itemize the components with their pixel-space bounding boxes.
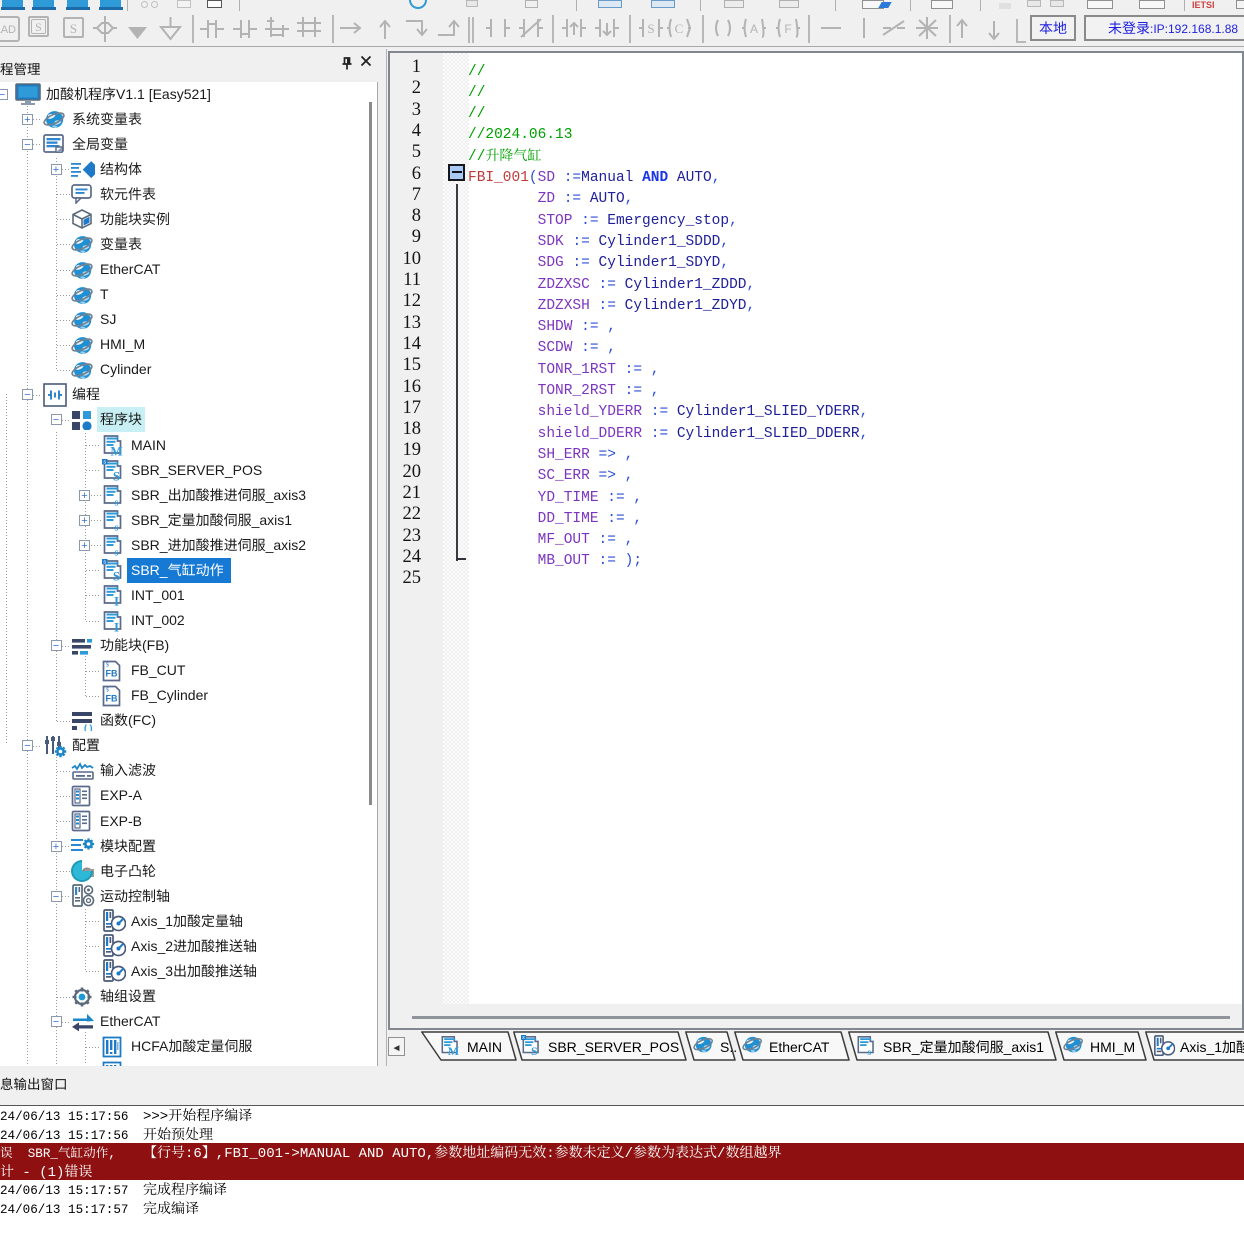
svg-text:S: S xyxy=(113,469,120,482)
svg-text:A: A xyxy=(750,22,758,36)
svg-text:C: C xyxy=(675,21,684,36)
svg-text:$: $ xyxy=(106,686,109,693)
svg-text:I: I xyxy=(114,594,119,607)
svg-text:I: I xyxy=(114,619,119,632)
svg-text:M: M xyxy=(110,444,122,457)
svg-text:s: s xyxy=(103,560,106,566)
svg-text:F: F xyxy=(784,22,791,36)
svg-text:FB: FB xyxy=(106,668,118,678)
svg-text:s: s xyxy=(103,460,106,466)
svg-text:M: M xyxy=(448,1044,459,1055)
svg-text:$: $ xyxy=(106,661,109,668)
svg-text:( ): ( ) xyxy=(84,723,93,731)
svg-text:s: s xyxy=(115,498,119,507)
svg-text:FB: FB xyxy=(106,693,118,703)
svg-text:s: s xyxy=(115,523,119,532)
svg-text:S: S xyxy=(647,21,654,36)
svg-text:S: S xyxy=(531,1044,538,1055)
svg-text:s: s xyxy=(115,548,119,557)
svg-text:S: S xyxy=(113,569,120,582)
svg-text:s: s xyxy=(868,1047,872,1055)
